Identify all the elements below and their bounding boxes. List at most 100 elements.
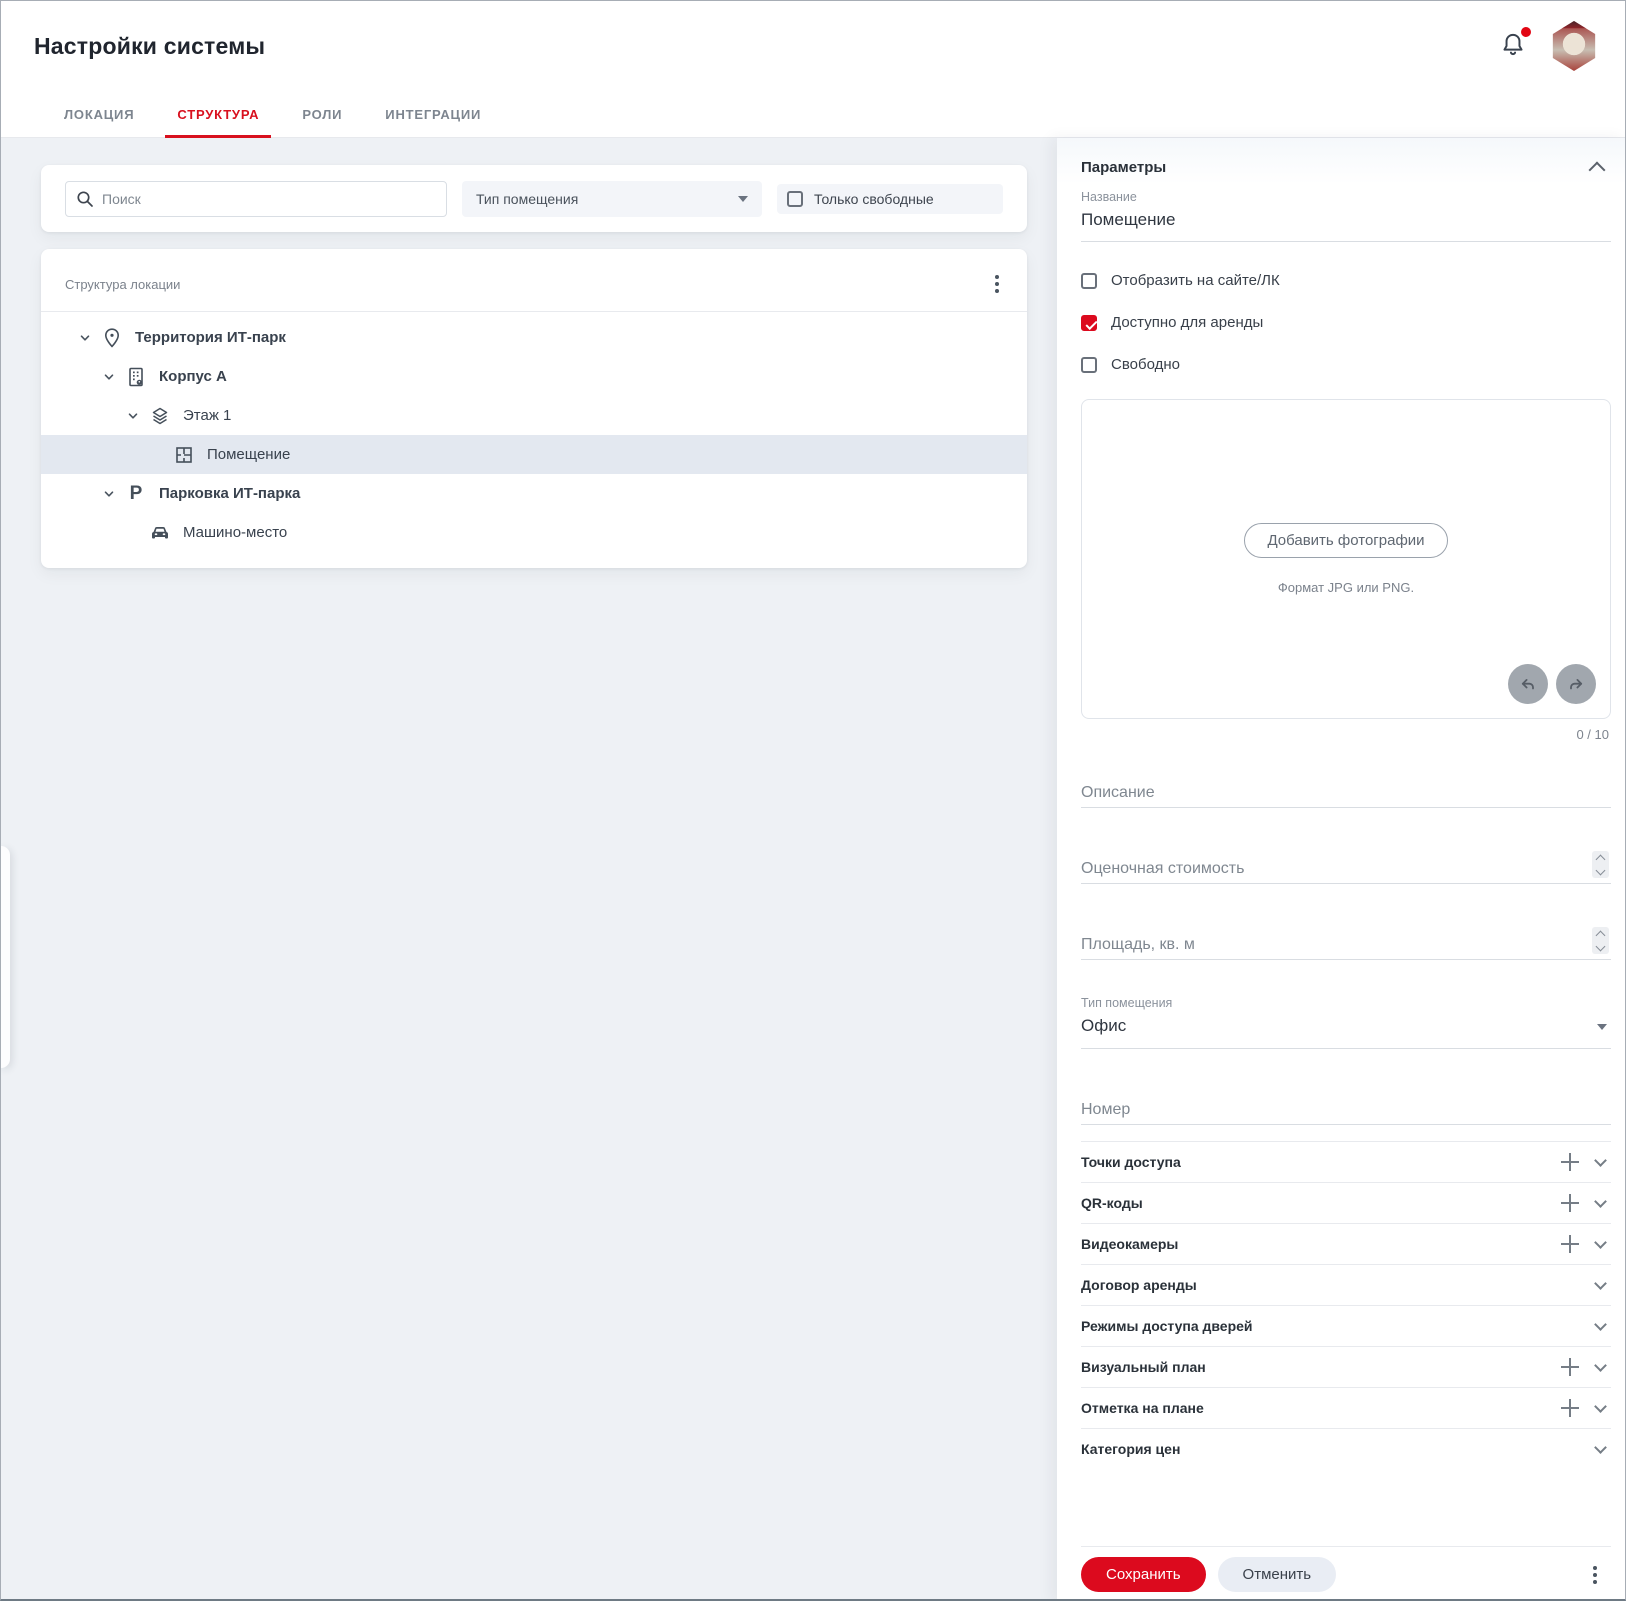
tree-header: Структура локации	[41, 249, 1027, 311]
tree-row-layers[interactable]: Этаж 1	[41, 396, 1027, 435]
photo-upload-area[interactable]: Добавить фотографии Формат JPG или PNG.	[1081, 399, 1611, 719]
tree-row-building[interactable]: Корпус А	[41, 357, 1027, 396]
panel-footer: Сохранить Отменить	[1081, 1546, 1611, 1599]
number-stepper[interactable]	[1592, 927, 1609, 954]
layers-icon	[147, 404, 173, 428]
tree-row-car[interactable]: Машино-место	[41, 513, 1027, 552]
section-row[interactable]: Отметка на плане	[1081, 1387, 1611, 1428]
estimated-cost-field	[1081, 851, 1611, 884]
building-icon	[123, 365, 149, 389]
section-row[interactable]: Режимы доступа дверей	[1081, 1305, 1611, 1346]
checkbox-row[interactable]: Доступно для аренды	[1081, 314, 1611, 331]
number-field	[1081, 1095, 1611, 1125]
parameters-panel: Параметры Название Помещение Отобразить …	[1057, 138, 1625, 1599]
tab-интеграции[interactable]: ИНТЕГРАЦИИ	[373, 91, 493, 137]
chevron-down-icon[interactable]	[121, 521, 145, 545]
location-structure-card: Структура локации Территория ИТ-парк Кор…	[41, 249, 1027, 568]
room-type-filter-label: Тип помещения	[476, 190, 579, 207]
checkbox-row[interactable]: Свободно	[1081, 356, 1611, 373]
description-input[interactable]	[1081, 778, 1611, 808]
checkbox-icon	[1081, 314, 1097, 331]
tree-list: Территория ИТ-парк Корпус А Этаж 1 Помещ…	[41, 312, 1027, 552]
checkbox-icon	[1081, 356, 1097, 373]
tree-row-floor-plan[interactable]: Помещение	[41, 435, 1027, 474]
tree-row-location-pin[interactable]: Территория ИТ-парк	[41, 318, 1027, 357]
user-avatar[interactable]	[1552, 21, 1596, 71]
chevron-down-icon[interactable]	[97, 482, 121, 506]
chevron-down-icon[interactable]	[73, 326, 97, 350]
tree-menu-kebab-icon[interactable]	[991, 271, 1003, 297]
chevron-down-icon[interactable]	[1594, 1317, 1607, 1331]
tab-структура[interactable]: СТРУКТУРА	[165, 91, 272, 138]
only-free-label: Только свободные	[814, 190, 934, 207]
room-type-value: Офис	[1081, 1016, 1127, 1035]
chevron-down-icon[interactable]	[1594, 1358, 1607, 1372]
add-icon[interactable]	[1560, 1234, 1580, 1254]
add-icon[interactable]	[1560, 1193, 1580, 1213]
notifications-bell-icon[interactable]	[1499, 27, 1531, 62]
only-free-checkbox[interactable]: Только свободные	[777, 183, 1003, 214]
page-title: Настройки системы	[34, 32, 266, 59]
add-photos-button[interactable]: Добавить фотографии	[1244, 523, 1448, 558]
section-row[interactable]: Видеокамеры	[1081, 1223, 1611, 1264]
section-row[interactable]: Категория цен	[1081, 1428, 1611, 1469]
topbar: Настройки системы	[1, 1, 1625, 91]
checkbox-row[interactable]: Отобразить на сайте/ЛК	[1081, 272, 1611, 289]
name-field[interactable]: Название Помещение	[1081, 190, 1611, 242]
caret-down-icon	[738, 195, 748, 202]
photo-counter: 0 / 10	[1576, 727, 1609, 742]
photo-format-hint: Формат JPG или PNG.	[1277, 580, 1415, 595]
accordion-sections: Точки доступа QR-коды Видеокамеры Догово…	[1081, 1141, 1611, 1469]
chevron-down-icon[interactable]	[1594, 1194, 1607, 1208]
chevron-down-icon[interactable]	[1594, 1440, 1607, 1454]
chevron-down-icon[interactable]	[1594, 1235, 1607, 1249]
chevron-down-icon[interactable]	[1594, 1399, 1607, 1413]
caret-down-icon	[1597, 1024, 1607, 1030]
name-value: Помещение	[1081, 210, 1176, 229]
tree-row-parking[interactable]: P Парковка ИТ-парка	[41, 474, 1027, 513]
section-row[interactable]: QR-коды	[1081, 1182, 1611, 1223]
chevron-down-icon[interactable]	[1594, 1276, 1607, 1290]
checkbox-group: Отобразить на сайте/ЛК Доступно для арен…	[1081, 272, 1611, 373]
room-type-filter-select[interactable]: Тип помещения	[462, 180, 762, 217]
room-type-label: Тип помещения	[1081, 996, 1173, 1010]
collapsed-drawer-handle	[1, 846, 10, 1068]
notification-badge	[1521, 27, 1531, 37]
chevron-down-icon[interactable]	[1594, 1153, 1607, 1167]
redo-button[interactable]	[1556, 664, 1596, 704]
add-icon[interactable]	[1560, 1152, 1580, 1172]
footer-menu-kebab-icon[interactable]	[1589, 1562, 1601, 1588]
checkbox-icon	[1081, 272, 1097, 289]
floor-plan-icon	[171, 443, 197, 467]
tab-локация[interactable]: ЛОКАЦИЯ	[52, 91, 146, 137]
section-row[interactable]: Визуальный план	[1081, 1346, 1611, 1387]
car-icon	[147, 521, 173, 545]
undo-icon	[1521, 679, 1534, 690]
location-pin-icon	[99, 326, 125, 350]
chevron-down-icon[interactable]	[121, 404, 145, 428]
add-icon[interactable]	[1560, 1398, 1580, 1418]
collapse-chevron-up-icon[interactable]	[1588, 161, 1606, 178]
search-input[interactable]	[102, 190, 436, 207]
area-input[interactable]	[1081, 930, 1611, 960]
save-button[interactable]: Сохранить	[1081, 1557, 1206, 1592]
estimated-cost-input[interactable]	[1081, 854, 1611, 884]
number-stepper[interactable]	[1592, 851, 1609, 878]
add-icon[interactable]	[1560, 1357, 1580, 1377]
section-row[interactable]: Договор аренды	[1081, 1264, 1611, 1305]
number-input[interactable]	[1081, 1095, 1611, 1125]
undo-button[interactable]	[1508, 664, 1548, 704]
room-type-select[interactable]: Тип помещения Офис	[1081, 996, 1611, 1049]
chevron-down-icon[interactable]	[145, 443, 169, 467]
parameters-header: Параметры	[1081, 152, 1611, 182]
tab-роли[interactable]: РОЛИ	[290, 91, 354, 137]
system-settings-page: Настройки системы ЛОКАЦИЯ СТРУКТУРА РОЛИ ИН…	[0, 0, 1626, 1601]
section-row[interactable]: Точки доступа	[1081, 1141, 1611, 1182]
cancel-button[interactable]: Отменить	[1217, 1557, 1337, 1592]
chevron-down-icon[interactable]	[97, 365, 121, 389]
tree-title: Структура локации	[65, 276, 181, 292]
area-field	[1081, 927, 1611, 960]
tab-bar: ЛОКАЦИЯ СТРУКТУРА РОЛИ ИНТЕГРАЦИИ	[1, 91, 1625, 138]
undo-redo-group	[1508, 664, 1596, 704]
name-label: Название	[1081, 190, 1137, 204]
